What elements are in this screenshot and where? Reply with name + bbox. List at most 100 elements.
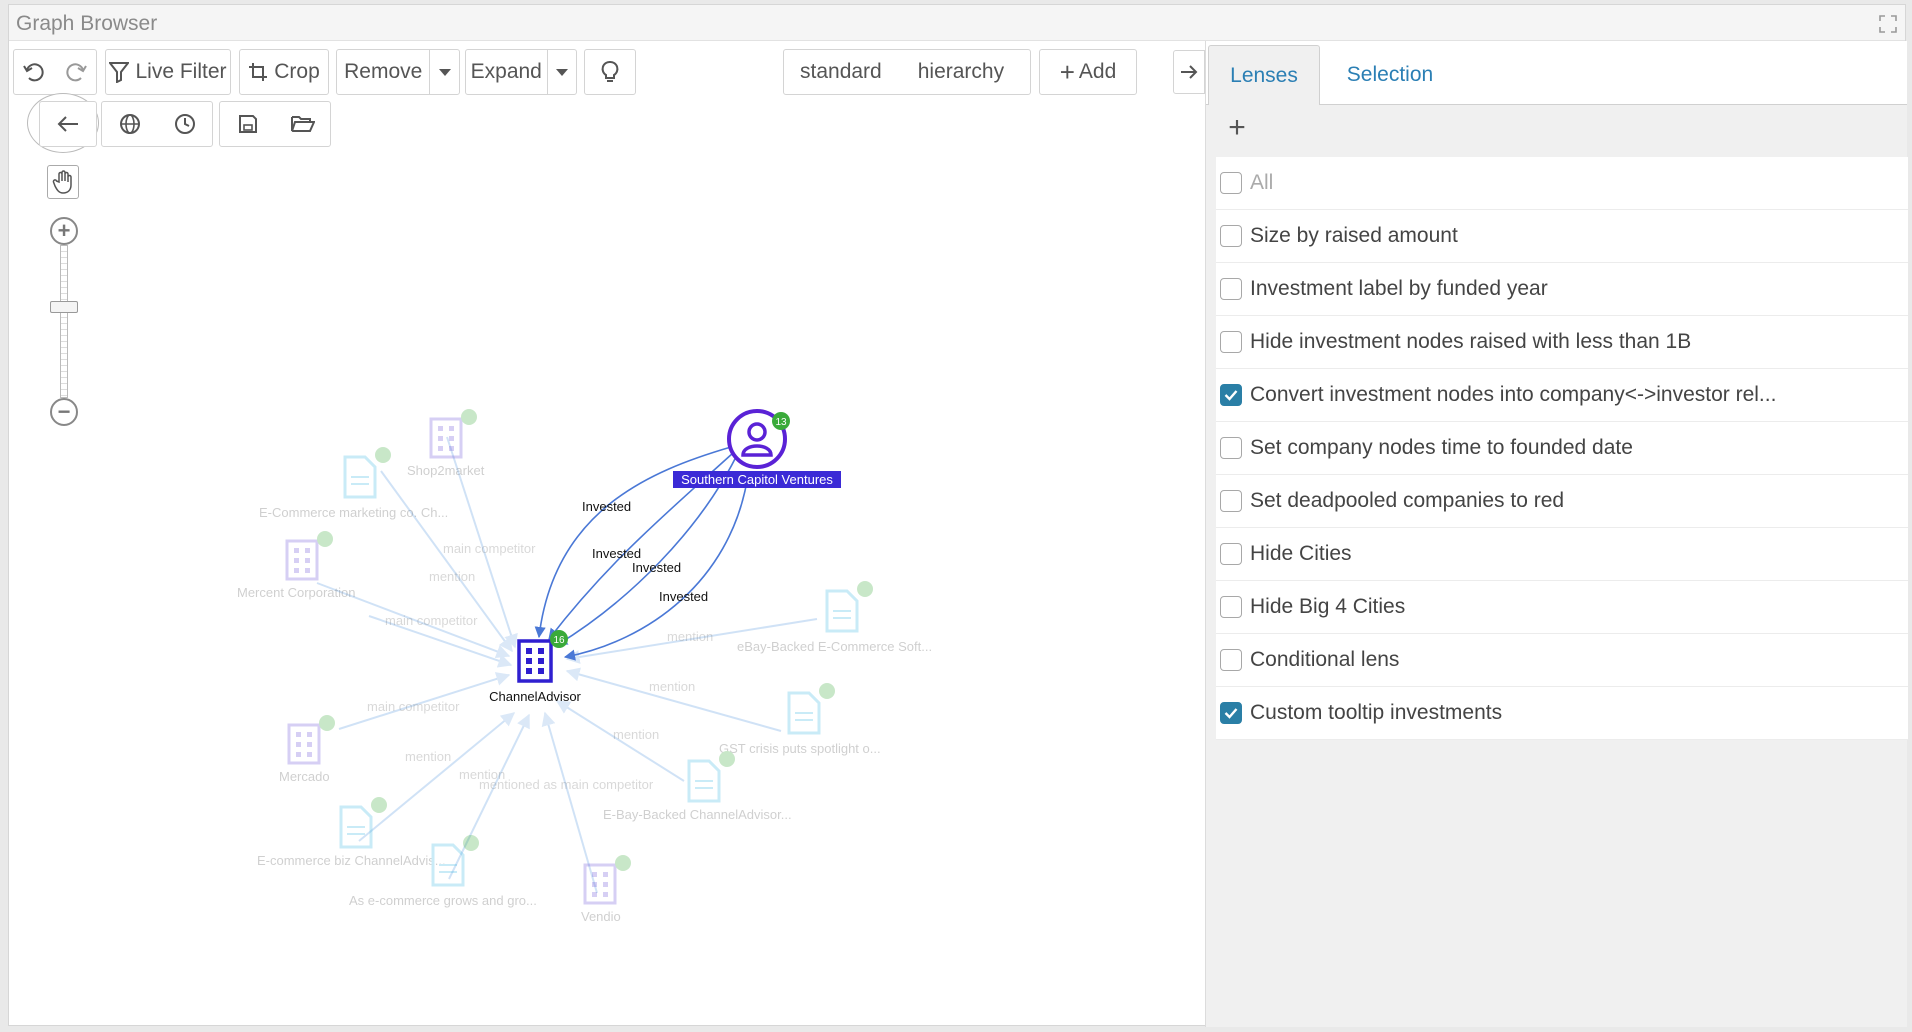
hint-button[interactable] [584,49,636,95]
lens-item[interactable]: Conditional lens [1216,634,1908,687]
side-panel: Lenses Selection + All Size by raised amo… [1205,41,1908,1027]
edge-label: main competitor [443,541,536,556]
lens-checkbox[interactable] [1220,702,1242,724]
add-lens-button[interactable]: + [1222,111,1252,144]
lens-checkbox[interactable] [1220,384,1242,406]
zoom-slider-track[interactable] [60,245,68,398]
svg-text:Mercado: Mercado [279,769,330,784]
undo-icon[interactable] [22,60,46,84]
lens-label: Hide Cities [1250,542,1352,565]
lens-label: All [1250,171,1274,194]
live-filter-button[interactable]: Live Filter [105,49,231,95]
graph-svg[interactable]: main competitor mention main competitor … [9,41,1201,1027]
lens-checkbox[interactable] [1220,331,1242,353]
node-southern-capitol-ventures[interactable]: 13 Southern Capitol Ventures [673,409,841,488]
tab-selection[interactable]: Selection [1320,45,1460,105]
edge-label: mention [667,629,713,644]
lens-list: All Size by raised amount Investment label… [1216,157,1908,740]
live-filter-label: Live Filter [135,60,227,83]
zoom-out-button[interactable]: − [50,398,78,426]
svg-text:As e-commerce grows and gro...: As e-commerce grows and gro... [349,893,537,908]
timeline-button[interactable] [157,102,212,146]
svg-text:eBay-Backed E-Commerce Soft...: eBay-Backed E-Commerce Soft... [737,639,932,654]
edge-label: mentioned as main competitor [479,777,654,792]
undo-redo-group [13,49,97,95]
arrow-right-icon [1181,65,1198,79]
svg-text:Shop2market: Shop2market [407,463,485,478]
expand-button[interactable]: Expand [466,50,547,94]
ghost-node-mercado: Mercado [279,715,335,784]
zoom-slider-thumb[interactable] [50,301,78,313]
mode-standard-button[interactable]: standard [800,60,882,84]
edge-label-invested: Invested [582,499,631,514]
minus-icon: − [57,399,71,424]
lens-item[interactable]: Size by raised amount [1216,210,1908,263]
lens-item[interactable]: All [1216,157,1908,210]
crop-label: Crop [274,60,320,83]
node-label: ChannelAdvisor [489,689,581,704]
crop-button[interactable]: Crop [239,49,329,95]
lens-checkbox[interactable] [1220,437,1242,459]
lens-item[interactable]: Hide investment nodes raised with less t… [1216,316,1908,369]
tab-lenses[interactable]: Lenses [1208,45,1320,105]
save-button[interactable] [220,102,275,146]
lens-label: Hide investment nodes raised with less t… [1250,330,1692,353]
lens-item[interactable]: Hide Big 4 Cities [1216,581,1908,634]
expand-split-button: Expand [465,49,577,95]
plus-icon: + [1059,57,1075,87]
redo-icon[interactable] [64,60,88,84]
lens-item[interactable]: Custom tooltip investments [1216,687,1908,740]
remove-button[interactable]: Remove [337,50,429,94]
lens-label: Conditional lens [1250,648,1400,671]
crop-icon [249,63,268,81]
lightbulb-icon [601,61,619,82]
lens-item[interactable]: Set company nodes time to founded date [1216,422,1908,475]
plus-icon: + [1228,111,1246,144]
edge-label: mention [429,569,475,584]
maximize-icon[interactable] [1879,15,1897,33]
ghost-node-shop2market: Shop2market [407,409,485,478]
expand-dropdown-button[interactable] [546,50,576,94]
globe-button[interactable] [102,102,157,146]
lens-item[interactable]: Set deadpooled companies to red [1216,475,1908,528]
lens-checkbox[interactable] [1220,649,1242,671]
node-label: Southern Capitol Ventures [681,472,833,487]
filter-icon [109,62,130,83]
lens-checkbox[interactable] [1220,278,1242,300]
globe-icon [119,114,140,134]
lens-label: Hide Big 4 Cities [1250,595,1406,618]
mode-hierarchy-button[interactable]: hierarchy [918,60,1004,84]
open-button[interactable] [275,102,330,146]
edge-label: main competitor [385,613,478,628]
lens-checkbox[interactable] [1220,596,1242,618]
lens-checkbox[interactable] [1220,172,1242,194]
lens-item[interactable]: Investment label by funded year [1216,263,1908,316]
collapse-panel-button[interactable] [1173,50,1205,94]
lens-item[interactable]: Convert investment nodes into company<->… [1216,369,1908,422]
ghost-node-mercent: Mercent Corporation [237,531,356,600]
lens-checkbox[interactable] [1220,543,1242,565]
graph-canvas[interactable]: main competitor mention main competitor … [9,41,1201,1027]
lens-checkbox[interactable] [1220,490,1242,512]
lens-item[interactable]: Hide Cities [1216,528,1908,581]
svg-text:E-Bay-Backed ChannelAdvisor...: E-Bay-Backed ChannelAdvisor... [603,807,792,822]
plus-icon: + [57,218,71,243]
svg-text:16: 16 [553,635,565,646]
svg-text:13: 13 [775,417,787,428]
arrow-left-icon [57,116,78,132]
svg-text:Mercent Corporation: Mercent Corporation [237,585,356,600]
node-channeladvisor[interactable]: 16 ChannelAdvisor [489,630,582,704]
window-title: Graph Browser [16,12,158,35]
lens-checkbox[interactable] [1220,225,1242,247]
edge-label: mention [613,727,659,742]
remove-dropdown-button[interactable] [429,50,459,94]
lens-label: Set deadpooled companies to red [1250,489,1565,512]
save-icon [238,115,257,133]
back-button[interactable] [39,101,97,147]
invested-edge-labels: Invested Invested Invested Invested [582,499,708,604]
zoom-in-button[interactable]: + [50,217,78,245]
pan-button[interactable] [47,165,79,199]
add-button[interactable]: + Add [1039,49,1137,95]
file-group [219,101,331,147]
lens-label: Custom tooltip investments [1250,701,1503,724]
